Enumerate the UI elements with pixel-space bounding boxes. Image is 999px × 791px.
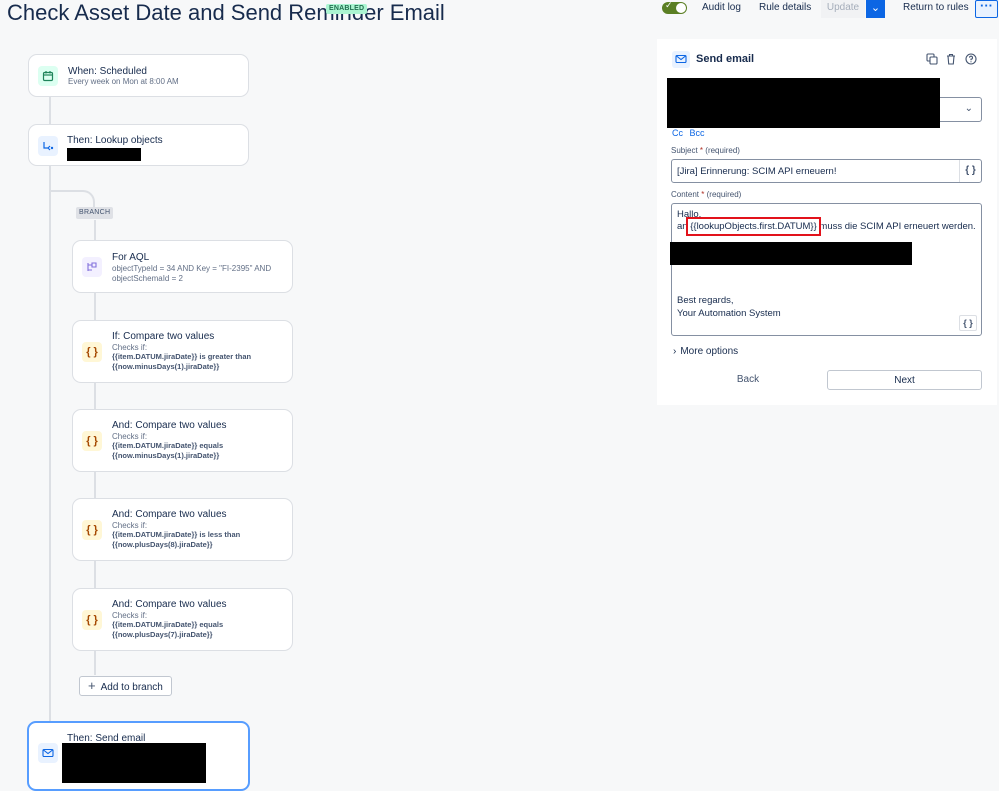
page-title: Check Asset Date and Send Reminder Email xyxy=(7,0,445,25)
condition-expression-line1: {{item.DATUM.jiraDate}} is greater than xyxy=(112,352,252,361)
return-to-rules-button[interactable]: Return to rules xyxy=(903,0,969,16)
delete-icon[interactable] xyxy=(945,53,957,65)
subject-value: [Jira] Erinnerung: SCIM API erneuern! xyxy=(677,166,837,177)
for-aql-query-line2: objectSchemaId = 2 xyxy=(112,274,183,283)
condition-expression-line2: {{now.plusDays(8).jiraDate}} xyxy=(112,540,213,549)
redacted-block xyxy=(62,743,206,783)
smart-value-highlight: {{lookupObjects.first.DATUM}} xyxy=(686,217,821,236)
content-textarea[interactable]: Hallo, an {{lookupObjects.first.DATUM}} … xyxy=(671,203,982,336)
branch-label: BRANCH xyxy=(76,207,114,219)
more-options-toggle[interactable]: › More options xyxy=(673,346,738,357)
content-regards: Best regards, xyxy=(677,295,734,306)
content-label: Content * (required) xyxy=(671,190,742,199)
connector-line xyxy=(49,97,51,124)
redacted-block xyxy=(670,242,912,265)
condition-card[interactable]: { } And: Compare two values Checks if: {… xyxy=(72,588,293,651)
connector-line xyxy=(49,166,51,726)
chevron-down-icon: ⌄ xyxy=(870,2,881,14)
help-icon[interactable] xyxy=(965,53,977,65)
chevron-down-icon: ⌄ xyxy=(964,103,973,114)
subject-label: Subject * (required) xyxy=(671,146,740,155)
for-aql-query-line1: objectTypeId = 34 AND Key = "FI-2395" AN… xyxy=(112,264,272,273)
content-signature: Your Automation System xyxy=(677,308,781,319)
condition-expression-line1: {{item.DATUM.jiraDate}} is less than xyxy=(112,530,241,539)
curly-braces-icon: { } xyxy=(82,610,102,630)
check-icon: ✓ xyxy=(665,0,673,10)
condition-expression-line2: {{now.plusDays(7).jiraDate}} xyxy=(112,630,213,639)
curly-braces-icon: { } xyxy=(82,342,102,362)
bcc-link[interactable]: Bcc xyxy=(690,128,705,138)
mail-icon xyxy=(672,51,690,68)
more-actions-button[interactable]: ··· xyxy=(975,0,998,18)
for-aql-card[interactable]: For AQL objectTypeId = 34 AND Key = "FI-… xyxy=(72,240,293,293)
condition-title: And: Compare two values xyxy=(112,509,227,520)
redacted-block xyxy=(667,78,940,128)
condition-expression-line2: {{now.minusDays(1).jiraDate}} xyxy=(112,451,220,460)
lookup-card[interactable]: Then: Lookup objects xyxy=(28,124,249,166)
condition-expression-line1: {{item.DATUM.jiraDate}} equals xyxy=(112,620,224,629)
trigger-card[interactable]: When: Scheduled Every week on Mon at 8:0… xyxy=(28,54,249,97)
plus-icon: + xyxy=(88,678,96,693)
branch-icon xyxy=(82,257,102,277)
audit-log-button[interactable]: Audit log xyxy=(702,0,741,16)
trigger-subtitle: Every week on Mon at 8:00 AM xyxy=(68,77,179,86)
lookup-title: Then: Lookup objects xyxy=(67,135,163,146)
curly-braces-icon: { } xyxy=(82,431,102,451)
condition-expression-line2: {{now.minusDays(1).jiraDate}} xyxy=(112,362,220,371)
chevron-right-icon: › xyxy=(673,346,677,357)
condition-title: If: Compare two values xyxy=(112,331,215,342)
rule-details-button[interactable]: Rule details xyxy=(759,0,811,16)
insert-smart-value-icon[interactable]: { } xyxy=(959,315,977,331)
trigger-title: When: Scheduled xyxy=(68,66,147,77)
add-to-branch-label: Add to branch xyxy=(100,682,163,693)
condition-card[interactable]: { } And: Compare two values Checks if: {… xyxy=(72,409,293,472)
status-badge: ENABLED xyxy=(326,4,368,14)
rule-enabled-toggle[interactable]: ✓ xyxy=(662,0,687,14)
subject-input[interactable]: [Jira] Erinnerung: SCIM API erneuern! { … xyxy=(671,159,982,183)
update-dropdown-button[interactable]: ⌄ xyxy=(866,0,885,18)
condition-title: And: Compare two values xyxy=(112,420,227,431)
panel-title: Send email xyxy=(696,53,755,65)
redacted-block xyxy=(67,148,141,161)
send-email-card[interactable]: Then: Send email xyxy=(27,721,250,791)
back-button[interactable]: Back xyxy=(671,370,825,390)
content-greeting: Hallo, xyxy=(677,209,702,220)
lookup-icon xyxy=(38,136,58,156)
duplicate-icon[interactable] xyxy=(926,53,938,65)
next-button[interactable]: Next xyxy=(827,370,982,390)
curly-braces-icon: { } xyxy=(82,520,102,540)
for-aql-title: For AQL xyxy=(112,252,150,263)
condition-title: And: Compare two values xyxy=(112,599,227,610)
action-config-panel: Send email ⌄ Cc Bcc Subject * (required)… xyxy=(657,39,997,405)
cc-link[interactable]: Cc xyxy=(672,128,683,138)
toggle-knob xyxy=(676,3,686,13)
condition-card[interactable]: { } If: Compare two values Checks if: {{… xyxy=(72,320,293,383)
mail-icon xyxy=(38,743,58,763)
condition-expression-line1: {{item.DATUM.jiraDate}} equals xyxy=(112,441,224,450)
calendar-icon xyxy=(38,66,58,86)
update-button[interactable]: Update xyxy=(821,0,865,18)
insert-smart-value-icon[interactable]: { } xyxy=(959,160,981,182)
add-to-branch-button[interactable]: + Add to branch xyxy=(79,676,172,696)
content-line2: an {{lookupObjects.first.DATUM}} muss di… xyxy=(677,217,976,236)
condition-card[interactable]: { } And: Compare two values Checks if: {… xyxy=(72,498,293,561)
